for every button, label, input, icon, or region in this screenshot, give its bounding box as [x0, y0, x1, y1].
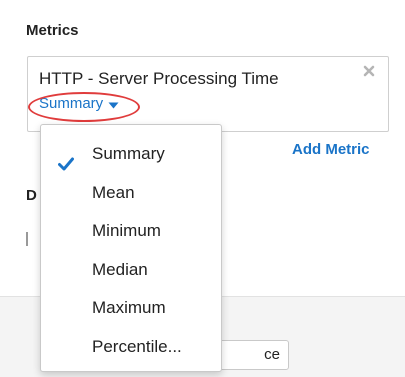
menu-item-minimum[interactable]: Minimum [41, 212, 221, 251]
aggregation-dropdown-trigger[interactable]: Summary [39, 95, 119, 113]
add-metric-link[interactable]: Add Metric [292, 141, 370, 158]
menu-item-percentile[interactable]: Percentile... [41, 328, 221, 367]
close-icon[interactable] [362, 64, 376, 78]
menu-item-maximum[interactable]: Maximum [41, 289, 221, 328]
obscured-field [26, 232, 28, 246]
menu-item-label: Summary [92, 144, 165, 163]
menu-item-label: Minimum [92, 221, 161, 240]
metric-card: HTTP - Server Processing Time Summary [27, 56, 389, 132]
aggregation-selected-label: Summary [39, 95, 104, 112]
menu-item-mean[interactable]: Mean [41, 174, 221, 213]
metrics-heading: Metrics [26, 22, 79, 39]
menu-item-label: Percentile... [92, 336, 182, 356]
caret-down-icon [108, 96, 119, 113]
menu-item-summary[interactable]: Summary [41, 135, 221, 174]
menu-item-label: Mean [92, 182, 135, 202]
aggregation-menu: Summary Mean Minimum Median Maximum Percentil… [40, 124, 222, 372]
menu-item-median[interactable]: Median [41, 251, 221, 290]
checkmark-icon [58, 147, 74, 171]
menu-item-label: Maximum [92, 298, 166, 317]
obscured-section-heading: D [26, 187, 37, 204]
metric-name: HTTP - Server Processing Time [39, 69, 279, 88]
menu-item-label: Median [92, 259, 148, 279]
aggregation-options-list: Summary Mean Minimum Median Maximum Percentil… [41, 125, 221, 366]
